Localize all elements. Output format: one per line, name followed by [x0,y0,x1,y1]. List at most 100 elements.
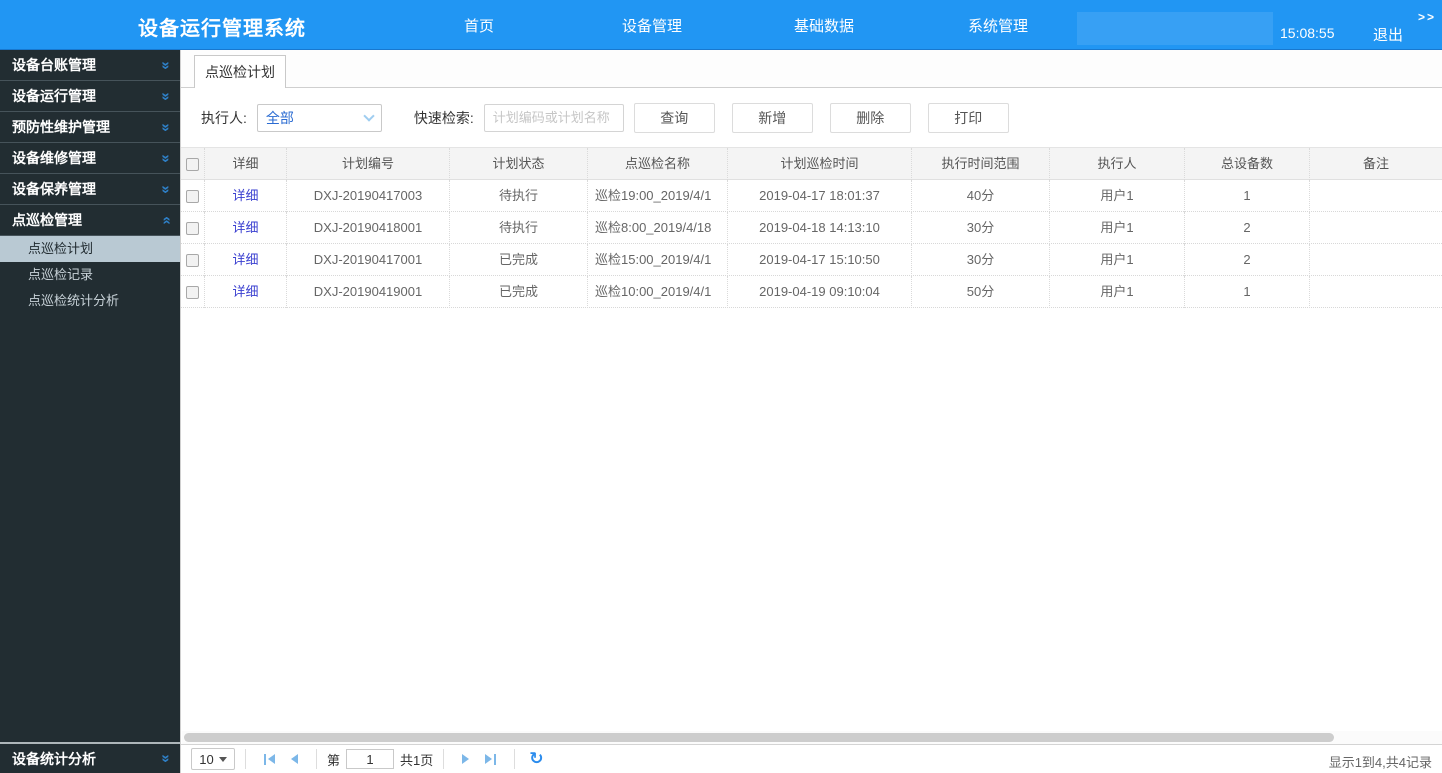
chevron-double-down-icon: » [157,122,175,132]
nav-item-basedata[interactable]: 基础数据 [794,15,854,36]
status-cell: 待执行 [450,180,588,212]
sidebar-item-label: 设备维修管理 [12,150,96,166]
devices-cell: 2 [1185,244,1310,276]
nav-item-equipment[interactable]: 设备管理 [622,15,682,36]
column-header-name[interactable]: 点巡检名称 [588,148,728,180]
chevron-down-icon [363,109,375,122]
app-title: 设备运行管理系统 [138,18,306,40]
remark-cell [1310,180,1442,212]
inspection-plan-table: 详细 计划编号 计划状态 点巡检名称 计划巡检时间 执行时间范围 执行人 总设备… [181,148,1442,308]
sidebar: 设备台账管理 » 设备运行管理 » 预防性维护管理 » 设备维修管理 » 设备保… [0,50,180,773]
query-button[interactable]: 查询 [633,102,715,133]
column-header-detail[interactable]: 详细 [205,148,287,180]
horizontal-scrollbar[interactable] [182,731,1442,744]
nav-item-home[interactable]: 首页 [464,15,494,36]
sidebar-item-preventive[interactable]: 预防性维护管理 » [0,112,180,143]
column-header-remark[interactable]: 备注 [1310,148,1442,180]
executor-select[interactable]: 全部 [256,103,382,132]
executor-cell: 用户1 [1050,244,1185,276]
time-cell: 2019-04-19 09:10:04 [728,276,912,308]
logout-button[interactable]: 退出 [1373,24,1403,45]
detail-link[interactable]: 详细 [232,284,258,299]
row-checkbox[interactable] [186,189,199,203]
tabstrip: 点巡检计划 [181,50,1442,88]
chevron-double-down-icon: » [157,754,175,763]
sidebar-item-maintenance[interactable]: 设备保养管理 » [0,174,180,205]
sidebar-subitem-inspection-plan[interactable]: 点巡检计划 [0,236,180,262]
nav-item-system[interactable]: 系统管理 [968,15,1028,36]
sidebar-item-device-stats[interactable]: 设备统计分析 » [0,742,180,773]
quick-search-label: 快速检索: [413,109,474,126]
executor-label: 执行人: [201,109,247,126]
executor-cell: 用户1 [1050,212,1185,244]
chevron-double-down-icon: » [157,60,175,70]
column-header-plan-no[interactable]: 计划编号 [287,148,450,180]
devices-cell: 1 [1185,276,1310,308]
add-button[interactable]: 新增 [731,102,813,133]
remark-cell [1310,276,1442,308]
column-header-range[interactable]: 执行时间范围 [912,148,1050,180]
total-pages-label: 共1页 [400,752,434,768]
sidebar-item-ledger[interactable]: 设备台账管理 » [0,50,180,81]
column-header-time[interactable]: 计划巡检时间 [728,148,912,180]
name-cell: 巡检15:00_2019/4/1 [588,244,728,276]
sidebar-item-operation[interactable]: 设备运行管理 » [0,81,180,112]
chevron-double-up-icon: » [157,215,175,225]
last-page-button[interactable] [477,753,504,765]
time-cell: 2019-04-17 18:01:37 [728,180,912,212]
executor-select-value: 全部 [265,109,294,126]
sidebar-item-label: 设备运行管理 [12,88,96,104]
detail-link[interactable]: 详细 [232,252,258,267]
quick-search-input[interactable] [483,103,624,132]
sidebar-subitem-inspection-stats[interactable]: 点巡检统计分析 [0,288,180,314]
detail-link[interactable]: 详细 [232,220,258,235]
page-size-select[interactable]: 10 [191,748,235,770]
scrollbar-thumb[interactable] [184,733,1334,742]
row-checkbox[interactable] [186,221,199,235]
sidebar-item-label: 设备保养管理 [12,181,96,197]
divider [443,749,445,769]
detail-link[interactable]: 详细 [232,188,258,203]
prev-page-button[interactable] [283,754,306,764]
topbar: 设备运行管理系统 首页 设备管理 基础数据 系统管理 15:08:55 退出 >… [0,0,1442,50]
table-header: 详细 计划编号 计划状态 点巡检名称 计划巡检时间 执行时间范围 执行人 总设备… [181,148,1442,180]
first-page-icon [264,753,266,765]
devices-cell: 1 [1185,180,1310,212]
caret-down-icon [218,756,227,762]
sidebar-item-repair[interactable]: 设备维修管理 » [0,143,180,174]
divider [316,749,317,769]
row-checkbox[interactable] [186,285,199,299]
divider [514,749,516,769]
next-page-button[interactable] [454,754,477,764]
row-checkbox[interactable] [186,253,199,267]
topbar-highlight [1077,12,1273,45]
tab-inspection-plan[interactable]: 点巡检计划 [194,55,286,88]
status-cell: 已完成 [450,276,588,308]
plan-no-cell: DXJ-20190417001 [287,244,450,276]
delete-button[interactable]: 删除 [829,102,911,133]
sidebar-subitem-inspection-record[interactable]: 点巡检记录 [0,262,180,288]
status-cell: 待执行 [450,212,588,244]
next-page-icon [462,754,470,764]
executor-cell: 用户1 [1050,276,1185,308]
expand-arrows-icon[interactable]: >> [1418,10,1436,24]
first-page-button[interactable] [256,753,283,765]
time-cell: 2019-04-17 15:10:50 [728,244,912,276]
select-all-checkbox[interactable] [186,157,199,171]
refresh-icon[interactable]: ↻ [529,749,543,769]
range-cell: 40分 [912,180,1050,212]
remark-cell [1310,244,1442,276]
column-header-status[interactable]: 计划状态 [450,148,588,180]
plan-no-cell: DXJ-20190418001 [287,212,450,244]
page-number-input[interactable] [346,749,395,769]
table-row: 详细 DXJ-20190418001 待执行 巡检8:00_2019/4/18 … [181,212,1442,244]
prev-page-icon [291,754,298,764]
print-button[interactable]: 打印 [927,102,1009,133]
column-header-devices[interactable]: 总设备数 [1185,148,1310,180]
sidebar-item-inspection[interactable]: 点巡检管理 » [0,205,180,236]
column-header-executor[interactable]: 执行人 [1050,148,1185,180]
executor-cell: 用户1 [1050,180,1185,212]
sidebar-item-label: 设备台账管理 [12,57,96,73]
chevron-double-down-icon: » [157,184,175,194]
